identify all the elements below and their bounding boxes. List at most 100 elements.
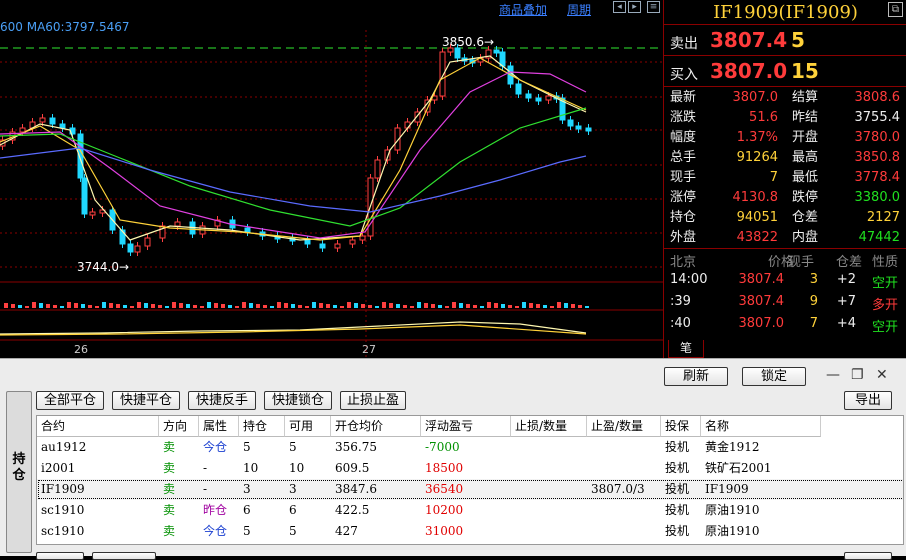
prev-icon[interactable]: ◂: [613, 1, 626, 13]
col-contract[interactable]: 合约: [37, 416, 159, 437]
stat-value: 1.37%: [736, 130, 778, 145]
stat-value: 4130.8: [732, 190, 779, 205]
ask-label: 卖出: [670, 36, 698, 52]
volume-bar: [263, 305, 267, 308]
quick-reverse-button[interactable]: 快捷反手: [188, 391, 256, 410]
cell-stop-loss: [511, 479, 587, 500]
volume-bar: [473, 305, 477, 308]
bid-row[interactable]: 买入 3807.0 15: [664, 57, 906, 87]
restore-icon[interactable]: ❐: [851, 367, 864, 383]
volume-bar: [438, 305, 442, 308]
col-floating-pnl[interactable]: 浮动盈亏: [421, 416, 511, 437]
volume-bar: [25, 306, 29, 308]
col-available[interactable]: 可用: [285, 416, 331, 437]
col-direction[interactable]: 方向: [159, 416, 199, 437]
volume-bar: [501, 304, 505, 308]
stat-label: 最高: [792, 150, 819, 165]
volume-bar: [81, 304, 85, 308]
candle-body: [515, 83, 522, 95]
export-button[interactable]: 导出: [844, 391, 892, 410]
tab-positions[interactable]: 持仓: [6, 391, 32, 553]
close-all-button[interactable]: 全部平仓: [36, 391, 104, 410]
candle-body: [174, 221, 181, 227]
volume-bar: [403, 305, 407, 308]
volume-bar: [452, 302, 456, 308]
candle-body: [127, 243, 134, 253]
ask-price: 3807.4: [710, 28, 788, 52]
candle-body: [359, 235, 366, 241]
volume-bar: [277, 302, 281, 308]
candle-body: [493, 49, 500, 54]
cell-take-profit: [587, 500, 661, 521]
volume-bar: [284, 303, 288, 308]
table-row[interactable]: au1912 卖 今仓 5 5 356.75 -7000 投机 黄金1912: [37, 437, 903, 458]
minimize-icon[interactable]: —: [826, 367, 840, 383]
kline-chart[interactable]: 3850.6→ 3744.0→ 26 27 600 MA60:3797.5467 商品…: [0, 0, 663, 358]
col-hedge[interactable]: 投保: [661, 416, 701, 437]
col-avg-price[interactable]: 开仓均价: [331, 416, 421, 437]
table-row[interactable]: sc1910 卖 今仓 5 5 427 31000 投机 原油1910: [37, 521, 903, 542]
col-stop-loss[interactable]: 止损/数量: [511, 416, 587, 437]
stat-value: 91264: [736, 150, 778, 165]
table-row[interactable]: IF1909 卖 - 3 3 3847.6 36540 3807.0/3 投机 IF1909: [37, 479, 903, 500]
volume-bar: [445, 306, 449, 308]
bottom-button-1[interactable]: [36, 552, 84, 560]
stat-value: 3808.6: [854, 90, 901, 105]
bottom-button-3[interactable]: [844, 552, 892, 560]
tick-nature: 空开: [872, 320, 899, 335]
candle-body: [59, 123, 66, 129]
ask-volume: 5: [791, 28, 805, 52]
high-price-marker: 3850.6→: [442, 35, 494, 49]
close-icon[interactable]: ✕: [876, 367, 888, 383]
quick-close-button[interactable]: 快捷平仓: [112, 391, 180, 410]
volume-bar: [32, 302, 36, 308]
overlay-link[interactable]: 商品叠加: [499, 1, 547, 18]
volume-bar: [424, 303, 428, 308]
ma-legend: 600 MA60:3797.5467: [0, 20, 130, 34]
stat-value: 7: [769, 170, 778, 185]
cell-stop-loss: [511, 521, 587, 542]
tick-oi: +4: [836, 316, 856, 331]
cell-take-profit: 3807.0/3: [591, 482, 645, 496]
kline-canvas[interactable]: 3850.6→ 3744.0→ 26 27: [0, 0, 663, 358]
next-icon[interactable]: ▸: [628, 1, 641, 13]
cell-name: 铁矿石2001: [705, 461, 772, 475]
quick-lock-button[interactable]: 快捷锁仓: [264, 391, 332, 410]
cell-contract: sc1910: [41, 524, 85, 538]
volume-bar: [298, 305, 302, 308]
tick-time: :39: [670, 294, 691, 309]
col-attribute[interactable]: 属性: [199, 416, 239, 437]
volume-bar: [74, 303, 78, 308]
volume-bar: [109, 303, 113, 308]
popout-icon[interactable]: ⧉: [888, 2, 903, 17]
stat-label: 涨跌: [670, 110, 697, 125]
volume-bar: [326, 304, 330, 308]
volume-bar: [200, 306, 204, 308]
stat-value: 3780.0: [854, 130, 901, 145]
refresh-button[interactable]: 刷新: [664, 367, 728, 386]
candle-body: [49, 117, 56, 125]
candle-body: [244, 227, 251, 233]
cell-position: 5: [243, 440, 251, 454]
tick-oi: +2: [836, 272, 856, 287]
positions-table[interactable]: 合约 方向 属性 持仓 可用 开仓均价 浮动盈亏 止损/数量 止盈/数量 投保 …: [36, 415, 904, 545]
volume-bar: [319, 303, 323, 308]
stat-label: 结算: [792, 90, 819, 105]
bottom-button-2[interactable]: [92, 552, 156, 560]
tab-ticks[interactable]: 笔: [668, 340, 704, 358]
col-position[interactable]: 持仓: [239, 416, 285, 437]
col-name[interactable]: 名称: [701, 416, 821, 437]
period-link[interactable]: 周期: [567, 1, 591, 18]
ask-row[interactable]: 卖出 3807.4 5: [664, 26, 906, 56]
col-take-profit[interactable]: 止盈/数量: [587, 416, 661, 437]
lock-button[interactable]: 锁定: [742, 367, 806, 386]
table-row[interactable]: sc1910 卖 昨仓 6 6 422.5 10200 投机 原油1910: [37, 500, 903, 521]
cell-available: 5: [289, 524, 297, 538]
tick-oi: +7: [836, 294, 856, 309]
cell-attribute: 今仓: [203, 440, 228, 454]
stat-label: 昨结: [792, 110, 819, 125]
menu-icon[interactable]: ≡: [647, 1, 660, 13]
table-row[interactable]: i2001 卖 - 10 10 609.5 18500 投机 铁矿石2001: [37, 458, 903, 479]
stop-loss-profit-button[interactable]: 止损止盈: [340, 391, 406, 410]
volume-bar: [151, 304, 155, 308]
